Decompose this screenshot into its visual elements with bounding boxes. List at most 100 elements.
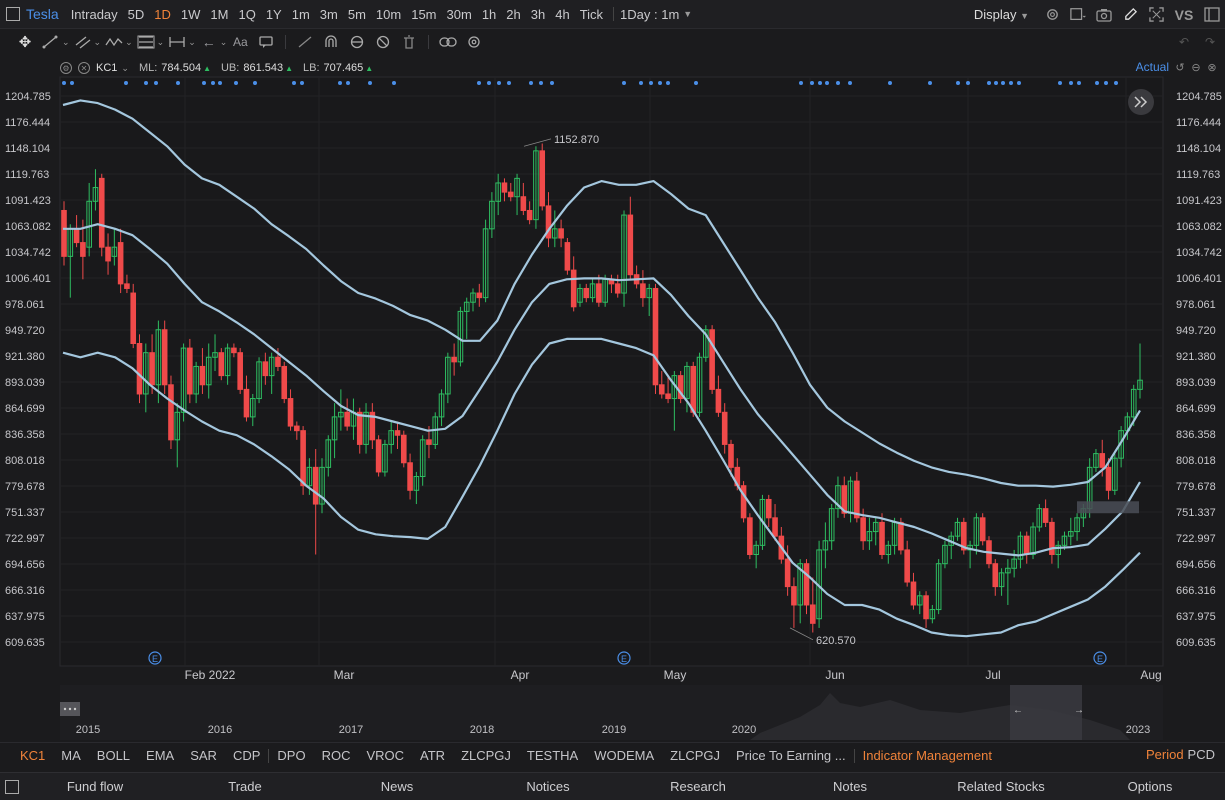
bottom-tab-fund-flow[interactable]: Fund flow: [35, 779, 155, 794]
display-menu[interactable]: Display ▼: [974, 7, 1029, 22]
price-adjust-mode[interactable]: Actual: [1136, 60, 1169, 74]
pencil-icon[interactable]: [1122, 7, 1138, 23]
vs-icon[interactable]: VS: [1174, 7, 1194, 23]
reset-icon[interactable]: ↺: [1173, 60, 1187, 74]
indicator-tab[interactable]: WODEMA: [586, 748, 662, 763]
period-10m[interactable]: 10m: [376, 7, 401, 22]
indicator-tab[interactable]: ATR: [412, 748, 453, 763]
indicator-name[interactable]: KC1: [96, 62, 117, 74]
period-1m[interactable]: 1m: [292, 7, 310, 22]
link-icon[interactable]: [437, 33, 459, 51]
period-3h[interactable]: 3h: [531, 7, 545, 22]
interval-select[interactable]: 1Day : 1m: [620, 7, 679, 22]
bottom-tab-research[interactable]: Research: [638, 779, 758, 794]
period-1m[interactable]: 1M: [210, 7, 228, 22]
period-1y[interactable]: 1Y: [266, 7, 282, 22]
close-icon[interactable]: ⊗: [1205, 60, 1219, 74]
note-icon[interactable]: [1204, 7, 1220, 23]
chevron-down-icon[interactable]: ⌄: [220, 37, 228, 48]
chevron-down-icon[interactable]: ⌄: [157, 37, 165, 48]
chart-area[interactable]: 1204.785 1204.785 1176.444 1176.444 1148.104…: [0, 57, 1225, 685]
lock-icon[interactable]: [346, 33, 368, 51]
indicator-tab[interactable]: CDP: [225, 748, 268, 763]
square-icon[interactable]: [1070, 7, 1086, 23]
symbol-name[interactable]: Tesla: [26, 6, 59, 22]
move-cursor-icon[interactable]: ✥: [14, 33, 36, 51]
comment-icon[interactable]: [255, 33, 277, 51]
text-icon[interactable]: Aa: [229, 33, 251, 51]
fibonacci-icon[interactable]: [135, 33, 157, 51]
settings-icon[interactable]: [463, 33, 485, 51]
chevron-down-icon[interactable]: ⌄: [125, 37, 133, 48]
period-1h[interactable]: 1h: [482, 7, 496, 22]
settings-icon[interactable]: ⚙: [60, 62, 72, 74]
period-15m[interactable]: 15m: [411, 7, 436, 22]
redo-icon[interactable]: ↷: [1199, 33, 1221, 51]
pcd-button[interactable]: PCD: [1188, 747, 1215, 762]
period-4h[interactable]: 4h: [555, 7, 569, 22]
bottom-tab-trade[interactable]: Trade: [185, 779, 305, 794]
candle-body: [262, 361, 269, 377]
bottom-tab-related-stocks[interactable]: Related Stocks: [941, 779, 1061, 794]
close-icon[interactable]: ✕: [78, 62, 90, 74]
period-1q[interactable]: 1Q: [238, 7, 255, 22]
time-navigator[interactable]: 201520162017201820192020202120222023←→: [60, 685, 1163, 740]
chevron-down-icon[interactable]: ⌄: [121, 63, 129, 74]
indicator-management-button[interactable]: Indicator Management: [855, 748, 1000, 763]
gear-icon[interactable]: [1044, 7, 1060, 23]
range-icon[interactable]: [166, 33, 188, 51]
navigator-left-grip[interactable]: [60, 702, 80, 716]
navigator-handle-right[interactable]: →: [1074, 705, 1084, 716]
arrow-left-icon[interactable]: ←: [198, 33, 220, 51]
indicator-tab[interactable]: KC1: [12, 748, 53, 763]
minimize-icon[interactable]: ⊖: [1189, 60, 1203, 74]
camera-icon[interactable]: [1096, 7, 1112, 23]
period-30m[interactable]: 30m: [447, 7, 472, 22]
indicator-tab[interactable]: Price To Earning ...: [728, 748, 854, 763]
bottom-tab-news[interactable]: News: [337, 779, 457, 794]
indicator-tab[interactable]: TESTHA: [519, 748, 586, 763]
period-5d[interactable]: 5D: [128, 7, 145, 22]
navigator-svg[interactable]: 201520162017201820192020202120222023←→: [60, 685, 1163, 740]
channel-icon[interactable]: [72, 33, 94, 51]
signal-dot: [154, 81, 158, 85]
candlestick-chart[interactable]: 1204.785 1204.785 1176.444 1176.444 1148.104…: [0, 57, 1225, 685]
panel-toggle-icon[interactable]: [5, 779, 19, 794]
scroll-to-latest-button[interactable]: [1128, 89, 1154, 115]
trendline-icon[interactable]: [40, 33, 62, 51]
period-button[interactable]: Period: [1146, 747, 1184, 762]
chevron-down-icon[interactable]: ⌄: [94, 37, 102, 48]
chevron-down-icon[interactable]: ⌄: [188, 37, 196, 48]
period-intraday[interactable]: Intraday: [71, 7, 118, 22]
indicator-tab[interactable]: ZLCPGJ: [453, 748, 519, 763]
indicator-tab[interactable]: ROC: [314, 748, 359, 763]
period-tick[interactable]: Tick: [580, 7, 603, 22]
indicator-tab[interactable]: DPO: [269, 748, 313, 763]
navigator-handle-left[interactable]: ←: [1013, 705, 1023, 716]
period-3m[interactable]: 3m: [320, 7, 338, 22]
period-1w[interactable]: 1W: [181, 7, 201, 22]
period-5m[interactable]: 5m: [348, 7, 366, 22]
magnet-icon[interactable]: [320, 33, 342, 51]
hide-icon[interactable]: [372, 33, 394, 51]
bottom-tab-notices[interactable]: Notices: [488, 779, 608, 794]
ruler-icon[interactable]: [294, 33, 316, 51]
indicator-tab[interactable]: ZLCPGJ: [662, 748, 728, 763]
indicator-tab[interactable]: VROC: [358, 748, 412, 763]
bottom-tab-options[interactable]: Options: [1090, 779, 1210, 794]
period-1d[interactable]: 1D: [154, 7, 171, 22]
indicator-tab[interactable]: BOLL: [89, 748, 138, 763]
chevron-down-icon[interactable]: ▼: [683, 9, 692, 19]
indicator-tab[interactable]: SAR: [182, 748, 225, 763]
bottom-tab-notes[interactable]: Notes: [790, 779, 910, 794]
trash-icon[interactable]: [398, 33, 420, 51]
indicator-tab[interactable]: MA: [53, 748, 89, 763]
up-arrow-icon: ▲: [365, 63, 374, 73]
fullscreen-icon[interactable]: [1148, 7, 1164, 23]
chevron-down-icon[interactable]: ⌄: [62, 37, 70, 48]
period-2h[interactable]: 2h: [506, 7, 520, 22]
indicator-tab[interactable]: EMA: [138, 748, 182, 763]
panel-toggle-icon[interactable]: [6, 7, 20, 21]
wave-icon[interactable]: [103, 33, 125, 51]
undo-icon[interactable]: ↶: [1173, 33, 1195, 51]
